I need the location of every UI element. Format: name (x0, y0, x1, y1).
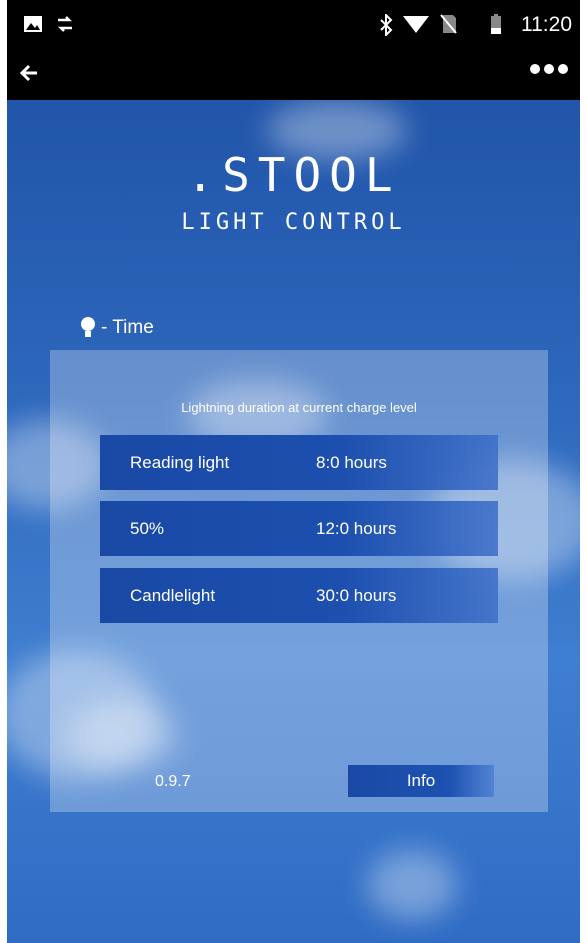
mode-duration: 30:0 hours (316, 586, 397, 605)
mode-row-candlelight[interactable]: Candlelight 30:0 hours (100, 568, 498, 623)
mode-name: Candlelight (130, 586, 216, 605)
mode-row-50-percent[interactable]: 50% 12:0 hours (100, 501, 498, 556)
bulb-icon (81, 317, 95, 339)
clock: 11:20 (521, 13, 572, 36)
time-panel: Lightning duration at current charge lev… (50, 350, 548, 812)
info-button[interactable]: Info (348, 765, 494, 797)
back-arrow-icon[interactable] (19, 56, 39, 98)
dot (558, 64, 568, 74)
image-icon (23, 14, 43, 39)
section-label: - Time (81, 317, 154, 339)
sync-icon (55, 14, 75, 39)
app-logo-title: .STOOL (186, 148, 401, 202)
app-screen: 11:20 .STOOL LIGHT CONTROL - Time Lightn… (7, 0, 580, 943)
section-label-text: - Time (101, 317, 154, 338)
mode-row-reading-light[interactable]: Reading light 8:0 hours (100, 435, 498, 490)
app-bar (7, 50, 580, 100)
more-dots-icon[interactable] (530, 64, 568, 74)
bluetooth-icon (379, 12, 393, 41)
mode-name: Reading light (130, 453, 230, 472)
dot (530, 64, 540, 74)
mode-duration: 8:0 hours (316, 453, 387, 472)
wifi-icon (403, 14, 429, 39)
mode-name: 50% (130, 519, 165, 538)
cloud-decoration (367, 850, 457, 920)
no-sim-icon (439, 14, 457, 39)
status-bar: 11:20 (7, 0, 580, 50)
panel-title: Lightning duration at current charge lev… (181, 400, 417, 415)
version-label: 0.9.7 (155, 773, 191, 790)
dot (544, 64, 554, 74)
mode-duration: 12:0 hours (316, 519, 397, 538)
battery-icon (491, 14, 501, 39)
app-logo-subtitle: LIGHT CONTROL (181, 210, 406, 235)
